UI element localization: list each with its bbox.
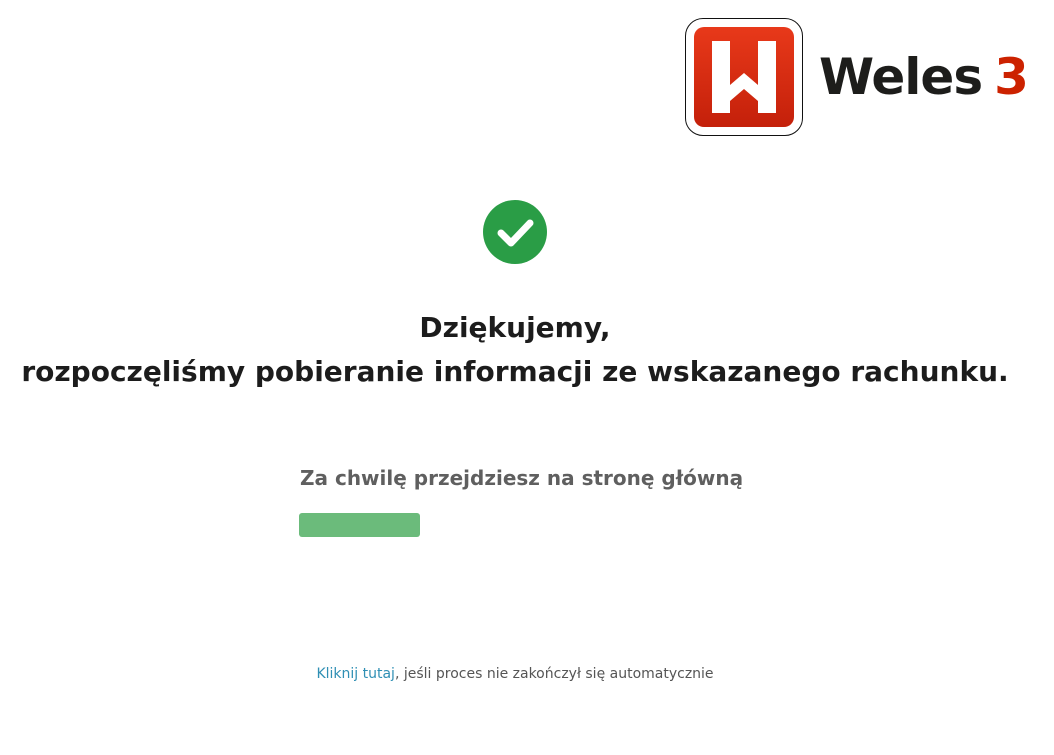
redirect-progress-fill	[299, 513, 420, 537]
brand-logo: Weles 3	[685, 18, 1029, 136]
redirect-notice: Za chwilę przejdziesz na stronę główną	[300, 466, 744, 490]
check-circle-icon	[483, 200, 547, 264]
footer-note-text: , jeśli proces nie zakończył się automat…	[394, 666, 714, 682]
success-message-line1: Dziękujemy,	[419, 311, 611, 344]
redirect-progress-bar	[299, 513, 731, 537]
success-message: Dziękujemy, rozpoczęliśmy pobieranie inf…	[0, 306, 1030, 394]
success-message-line2: rozpoczęliśmy pobieranie informacji ze w…	[21, 355, 1009, 388]
weles-w-logo-icon	[685, 18, 803, 136]
brand-version: 3	[994, 48, 1029, 106]
brand-wordmark: Weles 3	[819, 52, 1029, 102]
manual-redirect-link[interactable]: Kliknij tutaj	[316, 666, 395, 682]
page: Weles 3 Dziękujemy, rozpoczęliśmy pobiera…	[0, 0, 1054, 755]
brand-name: Weles	[819, 48, 983, 106]
footer-note: Kliknij tutaj, jeśli proces nie zakończy…	[0, 666, 1030, 682]
